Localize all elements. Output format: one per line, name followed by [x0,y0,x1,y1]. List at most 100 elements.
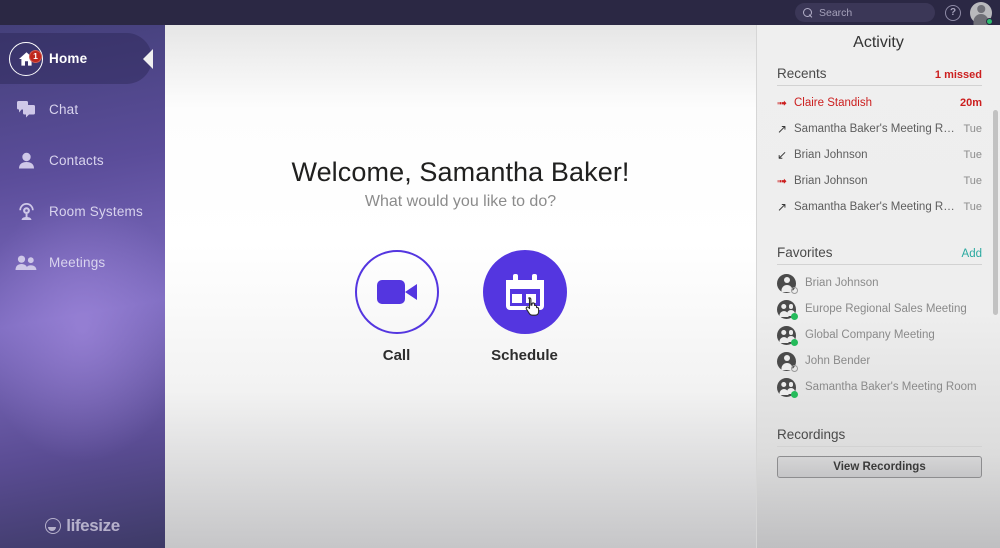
sidebar-item-room-systems[interactable]: Room Systems [0,186,165,237]
activity-panel: Activity Recents 1 missed ➟ Claire Stand… [756,25,1000,548]
call-outgoing-icon: ↗ [777,200,788,214]
action-buttons: Call Schedule [165,250,756,364]
recent-item[interactable]: ➟ Brian Johnson Tue [777,168,982,194]
sidebar-item-label-home: Home [49,51,88,66]
favorites-add-link[interactable]: Add [962,248,982,260]
favorite-item[interactable]: Brian Johnson [777,270,982,296]
help-icon[interactable]: ? [945,4,961,21]
activity-title: Activity [853,34,904,51]
presence-dot-offline [791,286,798,294]
video-camera-icon [376,280,417,304]
favorite-item-name: Brian Johnson [805,277,879,289]
sidebar-item-meetings[interactable]: Meetings [0,237,165,288]
missed-count-badge: 1 missed [934,69,982,81]
recent-item-name: Samantha Baker's Meeting Room [794,123,958,135]
favorite-item-name: Samantha Baker's Meeting Room [805,381,977,393]
calendar-cell [525,294,536,303]
view-recordings-button[interactable]: View Recordings [777,456,982,478]
schedule-button[interactable] [482,250,567,334]
presence-dot-online [986,17,993,25]
calendar-icon [505,274,544,310]
recent-item[interactable]: ↗ Samantha Baker's Meeting Room Tue [777,194,982,220]
welcome-subtitle: What would you like to do? [364,193,557,210]
presence-dot-offline [791,364,798,372]
favorite-item[interactable]: Samantha Baker's Meeting Room [777,374,982,400]
sidebar-item-label-meetings: Meetings [49,255,106,270]
recent-item-time: Tue [963,201,982,213]
favorite-item-name: Europe Regional Sales Meeting [805,303,967,315]
home-icon: 1 [9,49,43,67]
contact-avatar-icon [777,351,798,372]
recents-list: ➟ Claire Standish 20m ↗ Samantha Baker's… [757,90,1000,220]
presence-dot-online [791,312,798,320]
call-action[interactable]: Call [354,250,439,364]
contact-avatar-icon [777,273,798,294]
chat-icon [9,101,43,118]
recent-item-name: Brian Johnson [794,175,868,187]
schedule-action[interactable]: Schedule [482,250,567,364]
top-bar: Search ? [0,0,1000,25]
favorite-item[interactable]: Europe Regional Sales Meeting [777,296,982,322]
calendar-cell [511,294,522,303]
sidebar: 1 Home Chat Contacts Room Systems Meetin… [0,25,165,548]
sidebar-item-label-chat: Chat [49,102,79,117]
search-input[interactable]: Search [795,3,935,22]
sidebar-item-label-room-systems: Room Systems [49,204,143,219]
recent-item-name: Samantha Baker's Meeting Room [794,201,958,213]
favorites-header: Favorites Add [777,245,982,265]
call-missed-icon: ➟ [777,174,788,188]
search-icon [803,7,813,18]
recordings-title: Recordings [777,427,846,442]
recent-item[interactable]: ↙ Brian Johnson Tue [777,142,982,168]
group-avatar-icon [777,299,798,320]
recent-item-time: Tue [963,123,982,135]
favorite-item[interactable]: John Bender [777,348,982,374]
favorite-item[interactable]: Global Company Meeting [777,322,982,348]
favorite-item-name: John Bender [805,355,871,367]
recents-header: Recents 1 missed [777,66,982,86]
call-label: Call [382,347,411,364]
group-avatar-icon [777,325,798,346]
active-pointer-arrow [143,48,153,69]
call-outgoing-icon: ↗ [777,122,788,136]
schedule-label: Schedule [491,347,558,364]
sidebar-item-chat[interactable]: Chat [0,84,165,135]
recent-item[interactable]: ➟ Claire Standish 20m [777,90,982,116]
recent-item-name: Claire Standish [794,97,872,109]
search-placeholder: Search [819,6,853,19]
activity-scrollbar[interactable] [993,110,998,315]
recent-item-name: Brian Johnson [794,149,868,161]
sidebar-item-label-contacts: Contacts [49,153,104,168]
room-systems-icon [9,202,43,221]
welcome-heading: Welcome, Samantha Baker! [291,157,630,187]
favorites-title: Favorites [777,245,833,260]
call-incoming-icon: ↙ [777,148,788,162]
home-badge-count: 1 [29,49,42,63]
camera-lens [404,284,417,300]
sidebar-item-contacts[interactable]: Contacts [0,135,165,186]
lifesize-logo-mark [45,518,62,534]
group-avatar-icon [777,377,798,398]
recordings-header: Recordings [777,427,982,447]
presence-dot-online [791,338,798,346]
calendar-header-bar [505,280,544,289]
presence-dot-online [791,390,798,398]
avatar-head [977,5,985,13]
favorites-list: Brian Johnson Europe Regional Sales Meet… [757,270,1000,400]
contacts-icon [9,152,43,169]
camera-body [376,280,405,304]
favorite-item-name: Global Company Meeting [805,329,935,341]
recents-title: Recents [777,66,827,81]
lifesize-logo: lifesize [0,516,165,536]
user-avatar[interactable] [970,1,993,25]
call-button[interactable] [354,250,439,334]
app-window: Search ? 1 Home Chat Contacts Room Syste… [0,0,1000,548]
call-missed-icon: ➟ [777,96,788,110]
sidebar-item-home[interactable]: 1 Home [0,33,153,84]
main-content: Welcome, Samantha Baker! What would you … [165,25,756,548]
ghost-browser-text [0,0,800,4]
meetings-icon [9,255,43,271]
recent-item[interactable]: ↗ Samantha Baker's Meeting Room Tue [777,116,982,142]
recent-item-time: 20m [959,97,982,109]
sidebar-nav: 1 Home Chat Contacts Room Systems Meetin… [0,33,165,288]
